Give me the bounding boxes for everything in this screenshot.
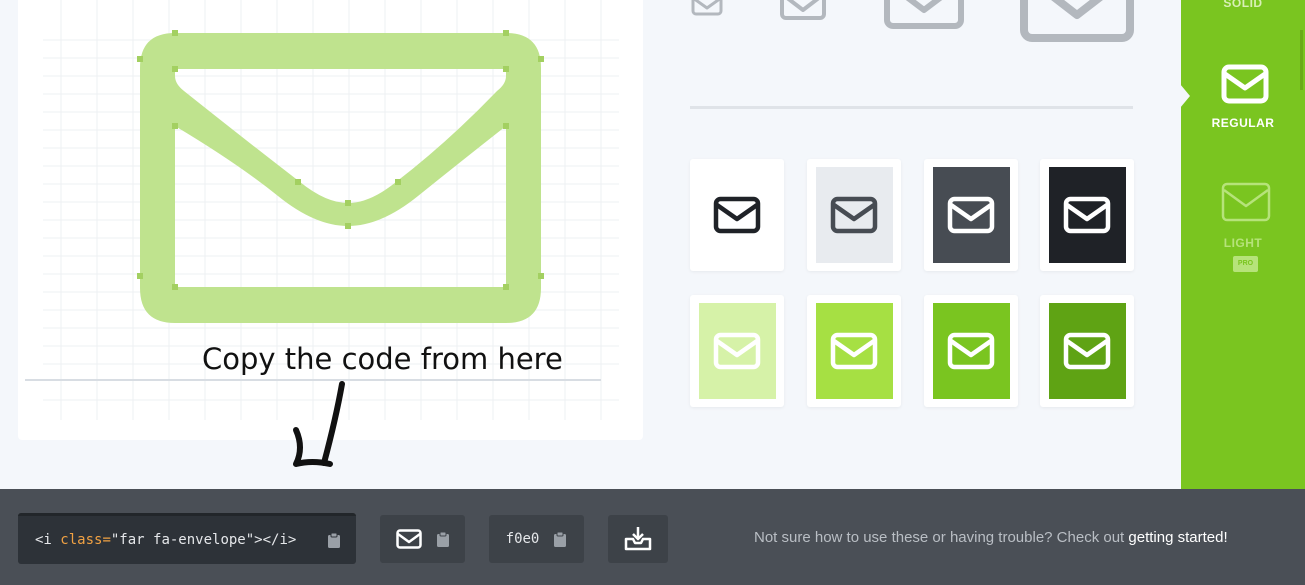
swatch-background: [932, 167, 1010, 263]
download-icon: [624, 527, 652, 551]
icon-detail-page: Copy the code from here SOLID REGULAR LI…: [0, 0, 1305, 585]
envelope-lg-icon: [1020, 0, 1134, 42]
unicode-value: f0e0: [505, 531, 540, 547]
style-solid-label[interactable]: SOLID: [1181, 0, 1305, 10]
help-text: Not sure how to use these or having trou…: [754, 529, 1228, 546]
swatch-background: [1048, 303, 1126, 399]
color-swatch[interactable]: [690, 159, 784, 271]
color-swatch[interactable]: [807, 295, 901, 407]
color-swatch[interactable]: [924, 295, 1018, 407]
color-swatch[interactable]: [924, 159, 1018, 271]
envelope-icon: [1063, 332, 1111, 370]
getting-started-link[interactable]: getting started: [1128, 529, 1223, 546]
swatch-background: [1048, 167, 1126, 263]
arrow-down-left-icon: [293, 381, 345, 467]
annotation-text: Copy the code from here: [202, 342, 563, 376]
html-code-snippet[interactable]: <i class="far fa-envelope"></i>: [18, 513, 356, 564]
copy-unicode-button[interactable]: f0e0: [489, 515, 584, 563]
clipboard-icon: [436, 531, 449, 547]
color-swatch[interactable]: [1040, 159, 1134, 271]
swatch-background: [815, 303, 893, 399]
pro-badge: PRO: [1233, 256, 1258, 272]
envelope-md-icon: [884, 0, 964, 29]
color-swatch[interactable]: [690, 295, 784, 407]
envelope-icon: [713, 196, 761, 234]
envelope-icon: [830, 196, 878, 234]
envelope-icon: [1063, 196, 1111, 234]
envelope-icon: [395, 529, 422, 549]
style-light-label: LIGHT: [1223, 236, 1263, 250]
style-sidebar: SOLID REGULAR LIGHT PRO: [1180, 0, 1305, 490]
swatch-background: [698, 167, 776, 263]
sidebar-scroll-edge: [1300, 30, 1303, 90]
swatch-background: [815, 167, 893, 263]
envelope-icon: [947, 332, 995, 370]
swatch-background: [698, 303, 776, 399]
size-preview-icons: [691, 0, 1134, 42]
envelope-light-icon: [1221, 182, 1271, 222]
envelope-icon: [830, 332, 878, 370]
size-divider: [690, 106, 1133, 109]
clipboard-icon[interactable]: [327, 532, 341, 549]
clipboard-icon: [554, 531, 567, 547]
style-regular[interactable]: REGULAR: [1181, 60, 1305, 135]
code-text: <i class="far fa-envelope"></i>: [35, 532, 297, 548]
copy-glyph-button[interactable]: [380, 515, 465, 563]
style-regular-label: REGULAR: [1211, 116, 1275, 130]
swatch-background: [932, 303, 1010, 399]
envelope-icon: [713, 332, 761, 370]
envelope-xs-flap: [693, 0, 721, 10]
color-swatch[interactable]: [1040, 295, 1134, 407]
envelope-icon: [947, 196, 995, 234]
download-svg-button[interactable]: [608, 515, 668, 563]
bottom-toolbar: <i class="far fa-envelope"></i> f0e0 Not…: [0, 489, 1305, 585]
envelope-regular-icon: [1221, 64, 1269, 104]
color-swatch[interactable]: [807, 159, 901, 271]
